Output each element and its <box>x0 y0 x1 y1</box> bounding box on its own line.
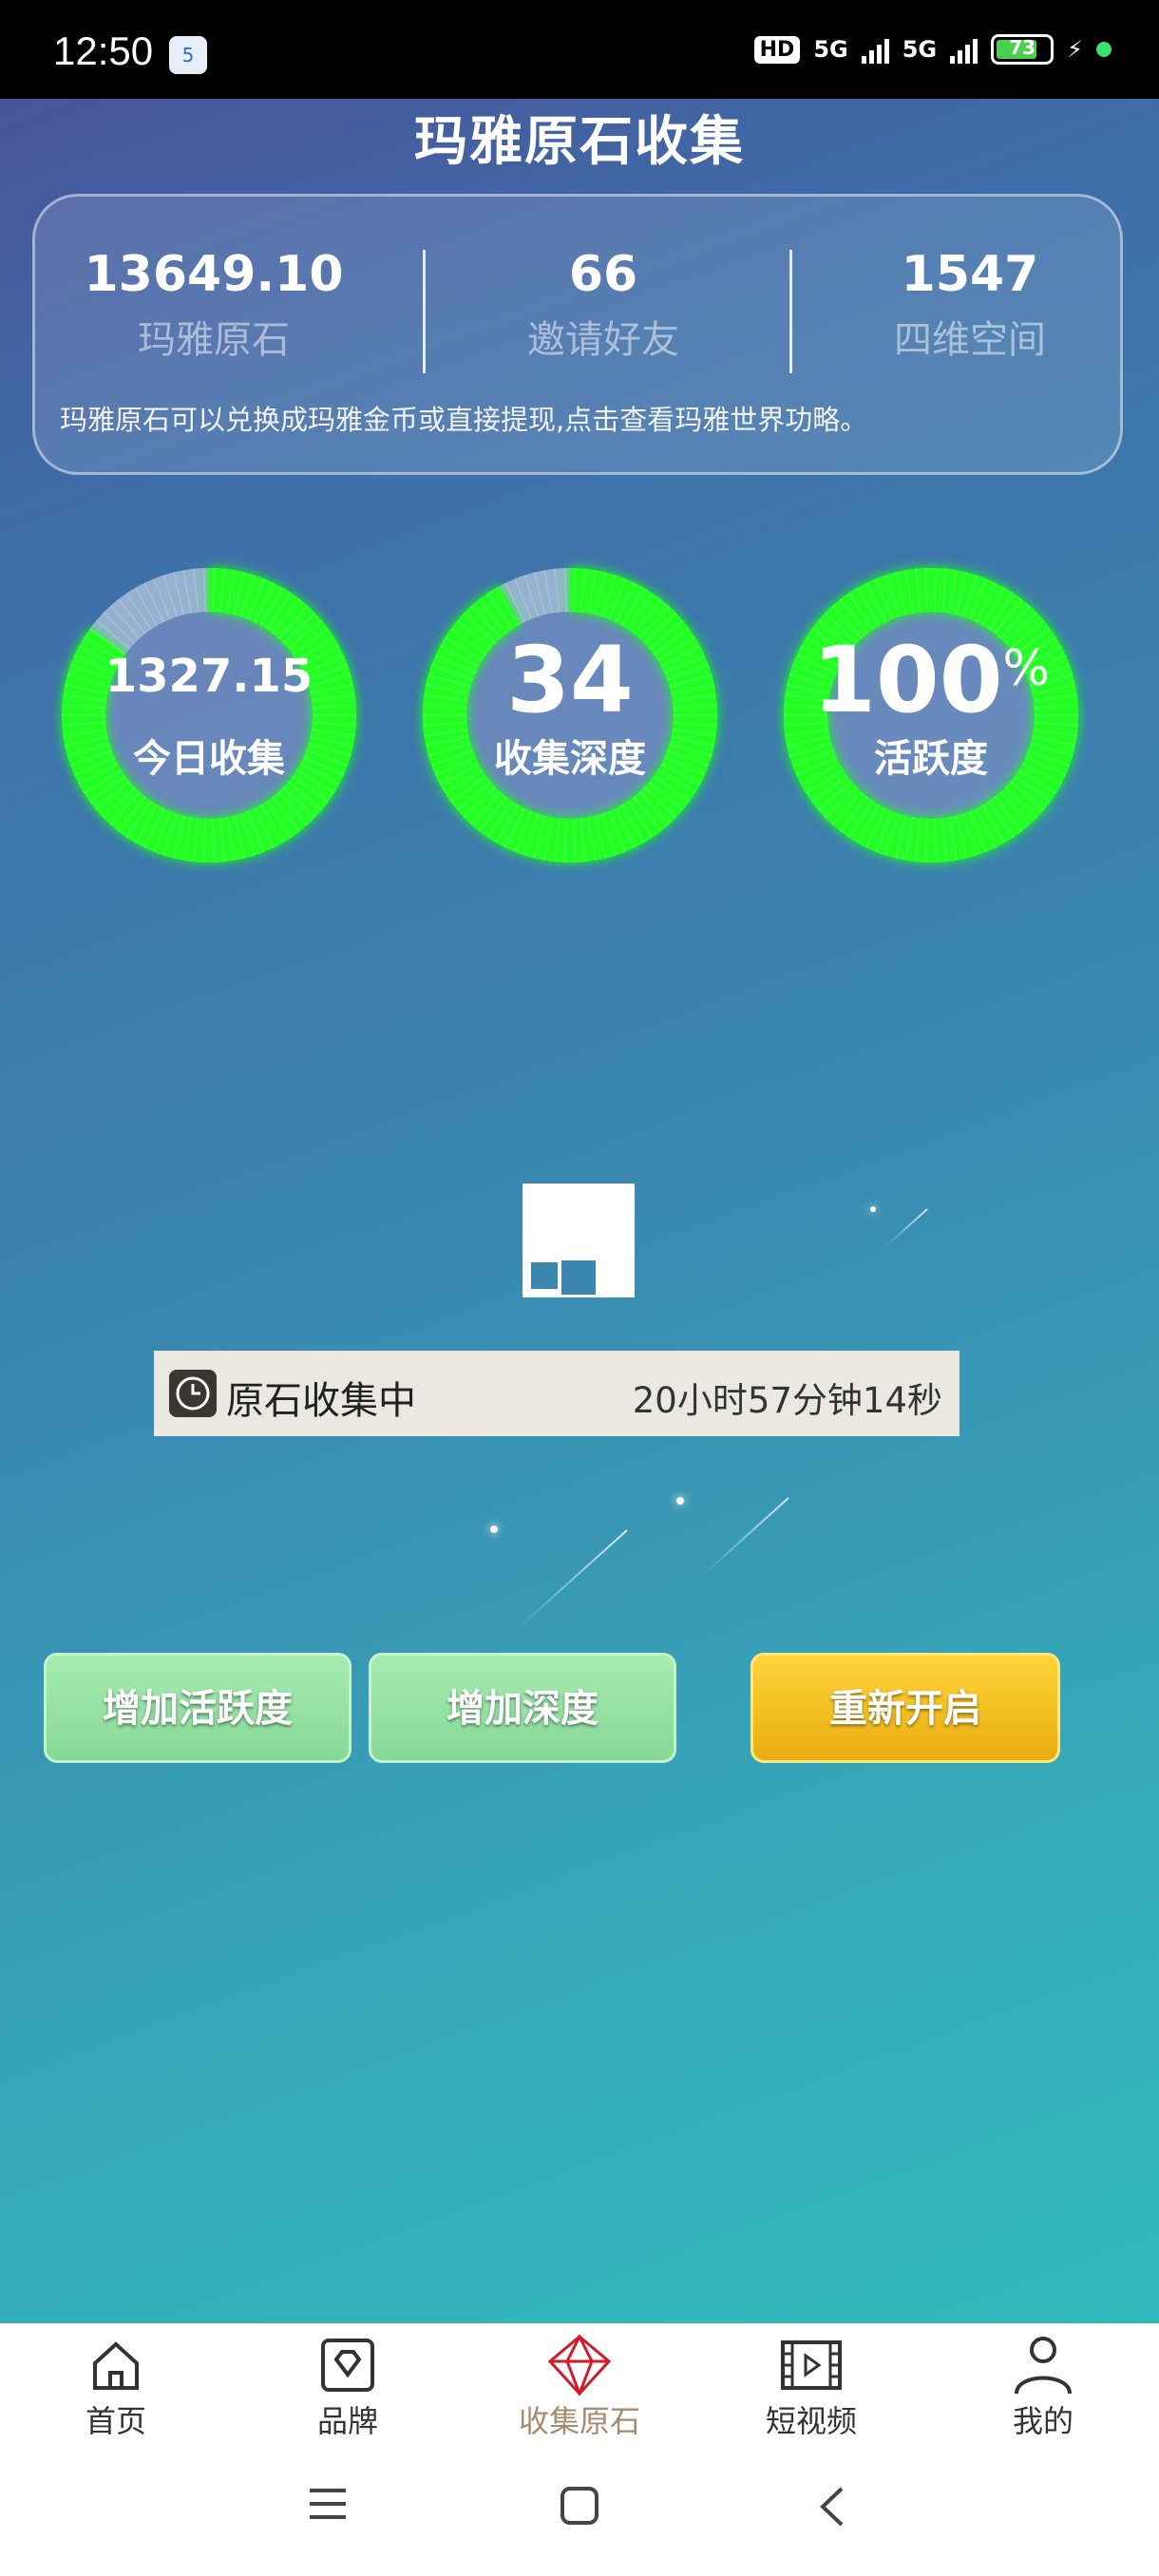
tab-brand[interactable]: 品牌 <box>253 2335 443 2441</box>
status-time: 12:50 <box>53 28 154 73</box>
network-type-1: 5G <box>813 36 848 63</box>
tab-home[interactable]: 首页 <box>21 2335 211 2441</box>
home-icon <box>93 2341 139 2390</box>
recent-apps-icon[interactable] <box>306 2485 350 2523</box>
stat-4d-space: 1547 四维空间 <box>827 246 1112 364</box>
ring-today-collected: 1327.15 今日收集 <box>52 559 366 872</box>
tab-label: 我的 <box>1012 2403 1074 2439</box>
tab-me[interactable]: 我的 <box>948 2335 1138 2441</box>
status-icons: HD 5G 5G 73 ⚡ <box>753 34 1112 65</box>
tab-label: 收集原石 <box>518 2403 640 2439</box>
ring-label: 今日收集 <box>133 737 285 781</box>
stat-maya-stones: 13649.10 玛雅原石 <box>71 246 356 364</box>
bottom-tab-bar: 首页 品牌 收集原石 短视频 我的 <box>0 2323 1159 2576</box>
collection-status-bar: 原石收集中 20小时57分钟14秒 <box>154 1351 960 1436</box>
stat-value: 1547 <box>901 246 1039 303</box>
battery-level: 73 <box>1009 36 1036 59</box>
ring-value: 34 <box>506 627 634 733</box>
ring-value-wrap: 100% <box>774 627 1088 733</box>
video-icon <box>781 2340 842 2390</box>
shooting-star-spark <box>490 1525 498 1533</box>
ring-gauge <box>62 568 356 862</box>
increase-activity-button[interactable]: 增加活跃度 <box>44 1653 352 1763</box>
shooting-star <box>703 1497 789 1576</box>
hd-voice-icon: HD <box>753 35 801 64</box>
stat-label: 邀请好友 <box>527 318 679 362</box>
stat-value: 13649.10 <box>84 246 344 303</box>
battery-icon: 73 <box>991 34 1054 65</box>
stat-divider <box>423 250 426 373</box>
charging-icon: ⚡ <box>1067 36 1083 63</box>
status-bar: 12:50 5 HD 5G 5G 73 ⚡ <box>0 0 1159 99</box>
ring-label: 收集深度 <box>494 737 646 781</box>
page-title: 玛雅原石收集 <box>414 111 745 173</box>
stat-label: 玛雅原石 <box>138 318 290 362</box>
stats-note-link[interactable]: 玛雅原石可以兑换成玛雅金币或直接提现,点击查看玛雅世界功略。 <box>60 398 867 438</box>
ring-activity: 100% 活跃度 <box>774 559 1088 872</box>
ring-unit: % <box>1002 640 1050 697</box>
ring-collect-depth: 34 收集深度 <box>413 559 727 872</box>
ring-value: 1327.15 <box>104 650 314 703</box>
tab-label: 首页 <box>85 2403 146 2439</box>
stat-value: 66 <box>568 246 638 303</box>
stat-divider <box>789 250 792 373</box>
tab-short-video[interactable]: 短视频 <box>716 2335 906 2441</box>
ring-value: 100 <box>812 627 1003 733</box>
signal-icon-2 <box>950 35 978 64</box>
ring-label: 活跃度 <box>874 737 988 781</box>
home-button-icon[interactable] <box>559 2485 600 2527</box>
back-icon[interactable] <box>815 2485 847 2529</box>
shooting-star <box>513 1529 628 1633</box>
app-notification-icon: 5 <box>169 36 207 74</box>
privacy-indicator-icon <box>1096 42 1112 57</box>
stat-label: 四维空间 <box>894 318 1046 362</box>
increase-depth-button[interactable]: 增加深度 <box>369 1653 676 1763</box>
user-icon <box>1015 2337 1072 2395</box>
stat-invited-friends: 66 邀请好友 <box>461 246 746 364</box>
tab-label: 品牌 <box>316 2403 378 2439</box>
tab-label: 短视频 <box>765 2403 857 2439</box>
loading-logo-icon <box>522 1184 638 1299</box>
collection-status-label: 原石收集中 <box>226 1379 416 1423</box>
tab-collect-stones[interactable]: 收集原石 <box>484 2335 674 2441</box>
restart-button[interactable]: 重新开启 <box>750 1653 1060 1763</box>
network-type-2: 5G <box>902 36 938 63</box>
collection-countdown: 20小时57分钟14秒 <box>632 1380 942 1421</box>
shooting-star-spark <box>870 1206 876 1212</box>
gem-icon <box>547 2335 612 2396</box>
shooting-star <box>884 1208 928 1248</box>
clock-icon <box>169 1370 217 1417</box>
diamond-icon <box>321 2339 374 2392</box>
stats-card[interactable]: 13649.10 玛雅原石 66 邀请好友 1547 四维空间 玛雅原石可以兑换… <box>32 194 1123 475</box>
shooting-star-spark <box>676 1497 684 1505</box>
signal-icon-1 <box>861 35 889 64</box>
